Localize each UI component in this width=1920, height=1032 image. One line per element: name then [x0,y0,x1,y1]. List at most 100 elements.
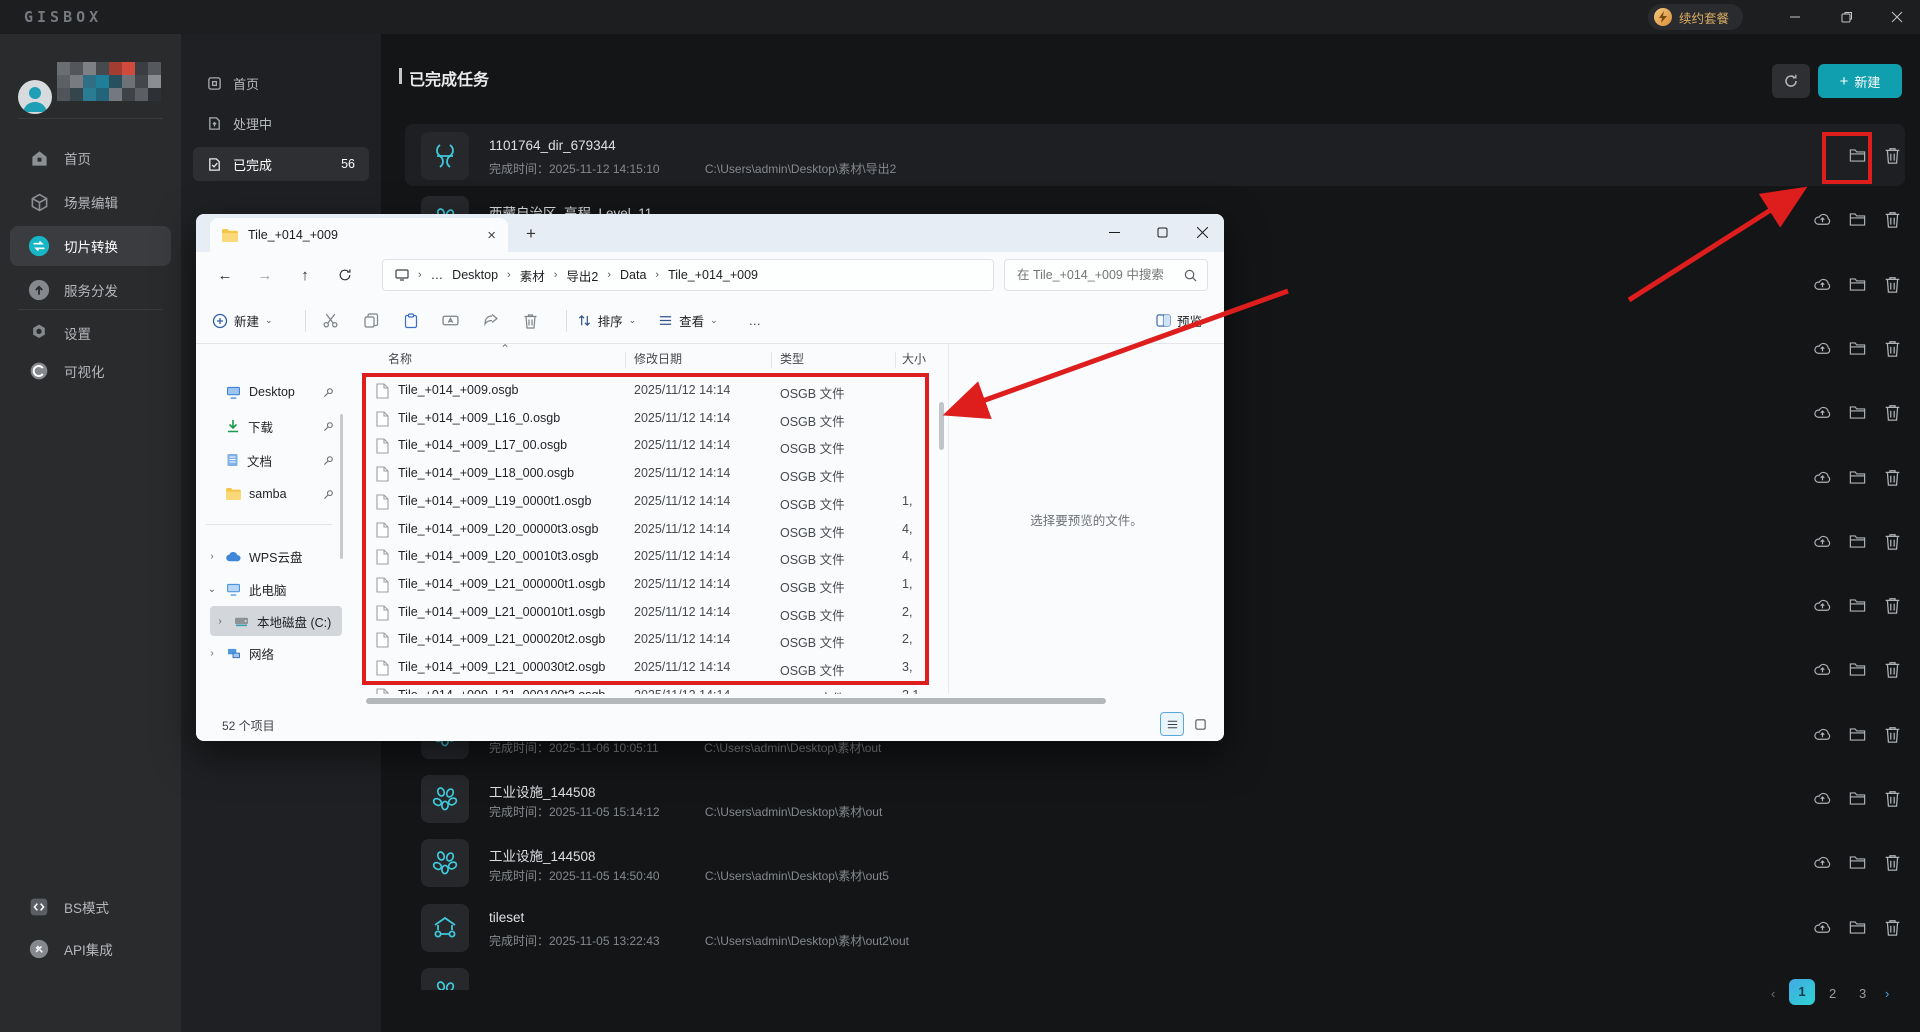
trash-action-icon[interactable] [1882,209,1902,229]
sidebar-item-scene-edit[interactable]: 场景编辑 [10,182,171,222]
horizontal-scrollbar[interactable] [196,694,1224,708]
folder-action-icon[interactable] [1847,338,1867,358]
pagination-page-1[interactable]: 1 [1789,979,1815,1005]
nav-item-this-pc[interactable]: ⌄ 此电脑 [202,574,338,604]
trash-action-icon[interactable] [1882,595,1902,615]
pagination-prev[interactable]: ‹ [1771,986,1775,1001]
folder-action-icon[interactable] [1847,402,1867,422]
refresh-icon[interactable] [330,261,360,289]
trash-action-icon[interactable] [1882,788,1902,808]
trash-action-icon[interactable] [1882,659,1902,679]
cloud-action-icon[interactable] [1812,531,1832,551]
window-close-button[interactable] [1874,0,1920,34]
back-icon[interactable]: ← [210,261,240,289]
refresh-button[interactable] [1772,64,1810,98]
cloud-action-icon[interactable] [1812,338,1832,358]
breadcrumb-sucai[interactable]: 素材 [520,266,545,285]
subsidebar-item-home[interactable]: 首页 [193,66,369,100]
pagination-next[interactable]: › [1885,986,1889,1001]
task-row[interactable]: tileset 完成时间：2025-11-05 13:22:43 C:\User… [405,896,1905,958]
file-list-scrollbar[interactable] [938,348,945,690]
scrollbar-thumb[interactable] [939,402,944,450]
window-minimize-button[interactable] [1772,0,1818,34]
paste-icon[interactable] [396,306,426,336]
folder-action-icon[interactable] [1847,145,1867,165]
task-row[interactable]: 工业设施_144508 完成时间：2025-11-05 15:14:12 C:\… [405,767,1905,829]
cut-icon[interactable] [316,306,346,336]
sidebar-item-api-integration[interactable]: API集成 [10,929,171,969]
more-icon[interactable]: … [740,306,770,336]
explorer-maximize-button[interactable] [1140,214,1184,250]
explorer-tab[interactable]: Tile_+014_+009 × [210,218,508,252]
sidebar-item-settings[interactable]: 设置 [10,313,171,353]
trash-action-icon[interactable] [1882,531,1902,551]
file-row[interactable]: Tile_+014_+009_L21_000000t1.osgb 2025/11… [350,571,942,598]
file-row[interactable]: Tile_+014_+009_L18_000.osgb 2025/11/12 1… [350,460,942,487]
details-view-button[interactable] [1160,712,1184,736]
folder-action-icon[interactable] [1847,274,1867,294]
nav-item-local-disk-c[interactable]: › 本地磁盘 (C:) [210,606,342,636]
explorer-search-input[interactable] [1015,267,1184,283]
nav-item-downloads[interactable]: 下载 [202,411,338,441]
nav-item-network[interactable]: › 网络 [202,638,338,668]
file-row[interactable]: Tile_+014_+009.osgb 2025/11/12 14:14 OSG… [350,377,942,404]
trash-action-icon[interactable] [1882,402,1902,422]
file-row[interactable]: Tile_+014_+009_L17_00.osgb 2025/11/12 14… [350,432,942,459]
file-row[interactable]: Tile_+014_+009_L21_000020t2.osgb 2025/11… [350,626,942,653]
trash-action-icon[interactable] [1882,724,1902,744]
cloud-action-icon[interactable] [1812,467,1832,487]
folder-action-icon[interactable] [1847,724,1867,744]
pagination-page-2[interactable]: 2 [1829,986,1836,1001]
view-button[interactable]: 查看 ⌄ [658,311,718,330]
trash-action-icon[interactable] [1882,852,1902,872]
file-row[interactable]: Tile_+014_+009_L20_00000t3.osgb 2025/11/… [350,516,942,543]
column-header-type[interactable]: 类型 [780,350,804,367]
task-row[interactable]: 工业设施_144508 完成时间：2025-11-05 14:50:40 C:\… [405,831,1905,893]
cloud-action-icon[interactable] [1812,852,1832,872]
renew-package-button[interactable]: 续约套餐 [1648,4,1744,30]
trash-action-icon[interactable] [1882,467,1902,487]
sidebar-item-service-distribute[interactable]: 服务分发 [10,270,171,310]
forward-icon[interactable]: → [250,261,280,289]
column-header-name[interactable]: 名称 [388,350,412,367]
folder-action-icon[interactable] [1847,209,1867,229]
task-row[interactable] [405,960,1905,1022]
sort-button[interactable]: 排序 ⌄ [577,311,636,330]
breadcrumb-ellipsis[interactable]: … [431,268,444,282]
column-header-date[interactable]: 修改日期 [634,350,682,367]
nav-item-samba[interactable]: samba [202,479,338,509]
share-icon[interactable] [476,306,506,336]
thumbnail-view-button[interactable] [1188,712,1212,736]
preview-toggle[interactable]: 预览 [1156,311,1202,330]
trash-action-icon[interactable] [1882,917,1902,937]
trash-action-icon[interactable] [1882,274,1902,294]
folder-action-icon[interactable] [1847,467,1867,487]
folder-action-icon[interactable] [1847,595,1867,615]
sidebar-item-bs-mode[interactable]: BS模式 [10,887,171,927]
folder-action-icon[interactable] [1847,531,1867,551]
pagination-page-3[interactable]: 3 [1859,986,1866,1001]
copy-icon[interactable] [356,306,386,336]
breadcrumb-desktop[interactable]: Desktop [452,268,498,282]
column-header-size[interactable]: 大小 [902,350,926,367]
tab-close-icon[interactable]: × [487,227,496,244]
trash-action-icon[interactable] [1882,338,1902,358]
cloud-action-icon[interactable] [1812,724,1832,744]
folder-action-icon[interactable] [1847,852,1867,872]
toolbar-new-button[interactable]: 新建 ⌄ [212,311,273,330]
breadcrumb-daochu2[interactable]: 导出2 [566,266,598,285]
folder-action-icon[interactable] [1847,788,1867,808]
nav-item-desktop[interactable]: Desktop [202,377,338,407]
cloud-action-icon[interactable] [1812,402,1832,422]
nav-scrollbar[interactable] [340,414,343,559]
cloud-action-icon[interactable] [1812,209,1832,229]
cloud-action-icon[interactable] [1812,788,1832,808]
nav-item-documents[interactable]: 文档 [202,445,338,475]
rename-icon[interactable] [436,306,466,336]
file-row[interactable]: Tile_+014_+009_L19_0000t1.osgb 2025/11/1… [350,488,942,515]
task-row[interactable]: 1101764_dir_679344 完成时间：2025-11-12 14:15… [405,124,1905,186]
nav-item-wps-cloud[interactable]: › WPS云盘 [202,541,338,571]
file-row[interactable]: Tile_+014_+009_L20_00010t3.osgb 2025/11/… [350,543,942,570]
delete-icon[interactable] [516,306,546,336]
sidebar-item-home[interactable]: 首页 [10,138,171,178]
